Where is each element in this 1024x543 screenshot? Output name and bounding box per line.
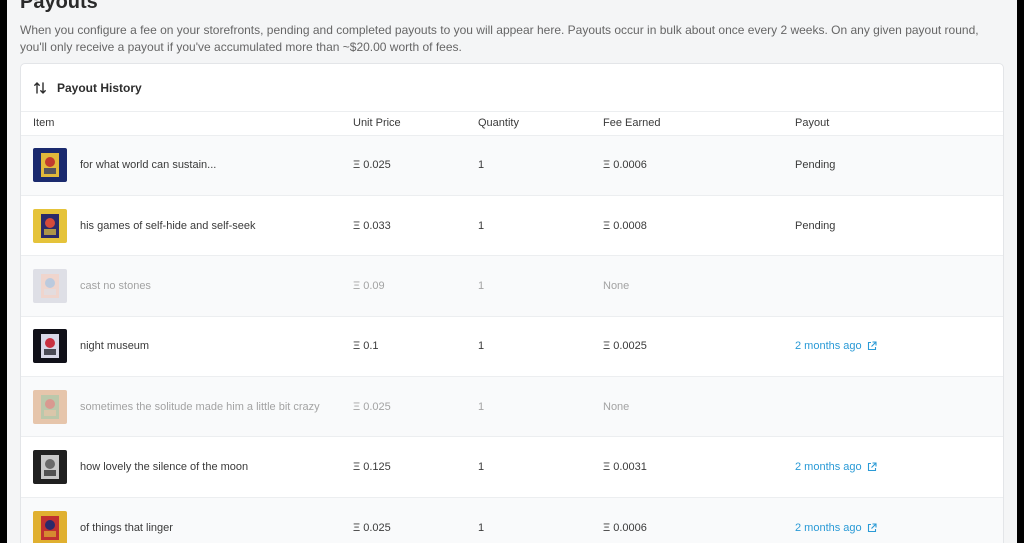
- payout-history-card: Payout History Item Unit Price Quantity …: [20, 63, 1004, 543]
- item-thumbnail[interactable]: [33, 208, 67, 243]
- table-header-row: Item Unit Price Quantity Fee Earned Payo…: [21, 112, 1003, 136]
- item-cell: his games of self-hide and self-seek: [21, 195, 353, 257]
- quantity-cell: 1: [478, 255, 603, 317]
- unit-price-cell: Ξ 0.025: [353, 497, 478, 543]
- fee-earned-cell: Ξ 0.0006: [603, 497, 795, 543]
- item-thumbnail[interactable]: [33, 389, 67, 424]
- quantity-cell: 1: [478, 497, 603, 543]
- item-name[interactable]: sometimes the solitude made him a little…: [80, 401, 320, 413]
- table-row: night museum Ξ 0.1 1 Ξ 0.0025 2 months ago: [21, 316, 1003, 378]
- payout-date-text: 2 months ago: [795, 461, 862, 474]
- item-cell: night museum: [21, 316, 353, 378]
- payout-cell: 2 months ago: [795, 436, 1003, 498]
- fee-earned-cell: Ξ 0.0008: [603, 195, 795, 257]
- external-link-icon: [867, 522, 877, 533]
- external-link-icon: [867, 462, 877, 472]
- item-cell: for what world can sustain...: [21, 135, 353, 196]
- item-cell: cast no stones: [21, 255, 353, 317]
- payout-cell: [795, 255, 1003, 317]
- column-header-payout: Payout: [795, 112, 1003, 136]
- quantity-cell: 1: [478, 316, 603, 378]
- fee-earned-cell: Ξ 0.0006: [603, 135, 795, 196]
- item-name[interactable]: night museum: [80, 340, 149, 352]
- payout-status: Pending: [795, 159, 836, 172]
- table-row: how lovely the silence of the moon Ξ 0.12…: [21, 436, 1003, 498]
- quantity-cell: 1: [478, 376, 603, 438]
- quantity-cell: 1: [478, 135, 603, 196]
- fee-earned-cell: None: [603, 376, 795, 438]
- fee-earned-cell: Ξ 0.0025: [603, 316, 795, 378]
- item-name[interactable]: for what world can sustain...: [80, 159, 216, 171]
- table-row: of things that linger Ξ 0.025 1 Ξ 0.0006 2 m…: [21, 497, 1003, 543]
- item-thumbnail[interactable]: [33, 268, 67, 303]
- quantity-cell: 1: [478, 436, 603, 498]
- payout-table: Item Unit Price Quantity Fee Earned Payo…: [21, 112, 1003, 543]
- card-title: Payout History: [57, 80, 142, 95]
- payout-cell: 2 months ago: [795, 497, 1003, 543]
- unit-price-cell: Ξ 0.025: [353, 135, 478, 196]
- payout-date-link[interactable]: 2 months ago: [795, 340, 877, 352]
- table-row: cast no stones Ξ 0.09 1 None: [21, 255, 1003, 317]
- unit-price-cell: Ξ 0.025: [353, 376, 478, 438]
- item-thumbnail[interactable]: [33, 450, 67, 485]
- payout-cell: Pending: [795, 135, 1003, 196]
- page-description: When you configure a fee on your storefr…: [20, 23, 979, 54]
- payout-cell: 2 months ago: [795, 316, 1003, 378]
- card-header: Payout History: [21, 64, 1003, 112]
- sort-arrows-icon: [34, 81, 46, 95]
- item-name[interactable]: cast no stones: [80, 280, 151, 292]
- payout-cell: Pending: [795, 195, 1003, 257]
- column-header-item: Item: [21, 112, 353, 136]
- fee-earned-cell: None: [603, 255, 795, 317]
- unit-price-cell: Ξ 0.09: [353, 255, 478, 317]
- payout-date-link[interactable]: 2 months ago: [795, 461, 877, 473]
- payout-cell: [795, 376, 1003, 438]
- payout-date-link[interactable]: 2 months ago: [795, 522, 877, 534]
- item-name[interactable]: how lovely the silence of the moon: [80, 461, 248, 473]
- item-cell: sometimes the solitude made him a little…: [21, 376, 353, 438]
- item-thumbnail[interactable]: [33, 329, 67, 364]
- payout-date-text: 2 months ago: [795, 340, 862, 353]
- unit-price-cell: Ξ 0.125: [353, 436, 478, 498]
- table-row: for what world can sustain... Ξ 0.025 1 Ξ 0…: [21, 135, 1003, 196]
- external-link-icon: [867, 341, 877, 351]
- payouts-page: Payouts When you configure a fee on your…: [7, 0, 1017, 543]
- table-row: sometimes the solitude made him a little…: [21, 376, 1003, 438]
- unit-price-cell: Ξ 0.033: [353, 195, 478, 257]
- table-row: his games of self-hide and self-seek Ξ 0.…: [21, 195, 1003, 257]
- column-header-unit-price: Unit Price: [353, 112, 478, 136]
- item-thumbnail[interactable]: [33, 510, 67, 543]
- page-title: Payouts: [20, 0, 98, 13]
- column-header-fee-earned: Fee Earned: [603, 112, 795, 136]
- item-thumbnail[interactable]: [33, 148, 67, 183]
- payout-status: Pending: [795, 219, 836, 232]
- quantity-cell: 1: [478, 195, 603, 257]
- payout-date-text: 2 months ago: [795, 521, 862, 534]
- item-name[interactable]: his games of self-hide and self-seek: [80, 220, 255, 232]
- item-name[interactable]: of things that linger: [80, 522, 173, 534]
- column-header-quantity: Quantity: [478, 112, 603, 136]
- item-cell: of things that linger: [21, 497, 353, 543]
- unit-price-cell: Ξ 0.1: [353, 316, 478, 378]
- item-cell: how lovely the silence of the moon: [21, 436, 353, 498]
- fee-earned-cell: Ξ 0.0031: [603, 436, 795, 498]
